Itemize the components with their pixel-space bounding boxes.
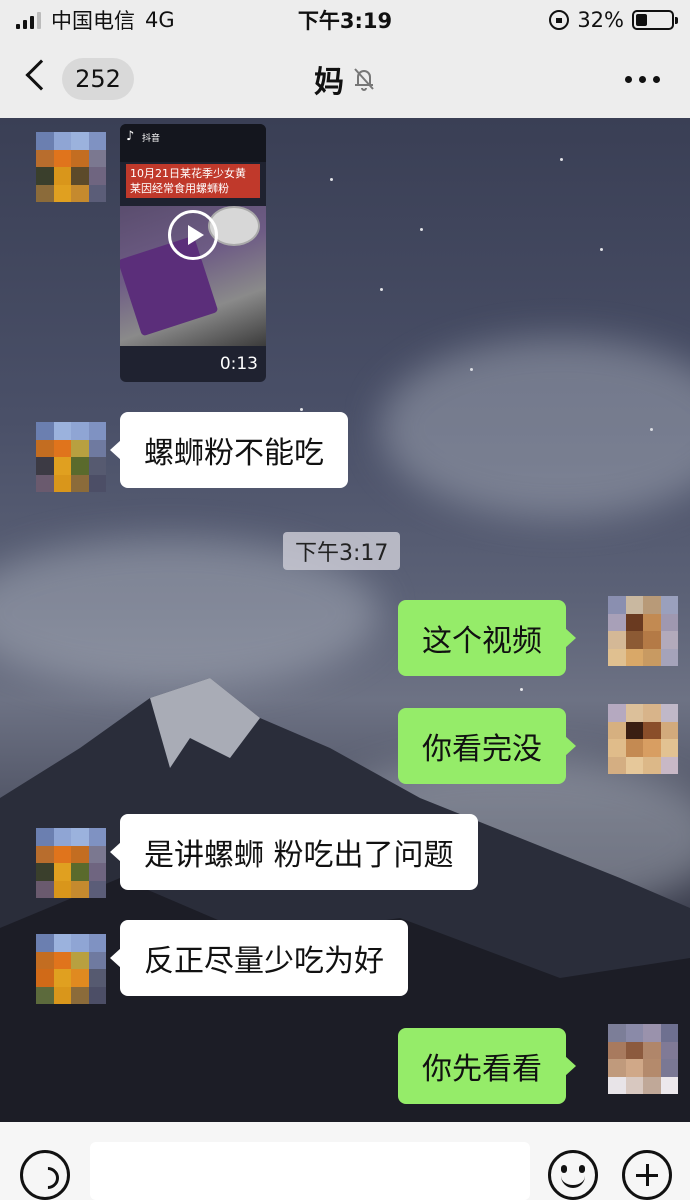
message-bubble[interactable]: 这个视频 (398, 600, 576, 676)
self-avatar[interactable] (608, 1024, 678, 1094)
contact-avatar[interactable] (36, 422, 106, 492)
message-bubble[interactable]: 你先看看 (398, 1028, 576, 1104)
star-decor (420, 228, 423, 231)
video-duration: 0:13 (219, 354, 258, 374)
self-avatar[interactable] (608, 704, 678, 774)
mute-icon (352, 66, 376, 92)
video-app-label: 抖音 (142, 134, 161, 144)
video-message[interactable]: ♪ 抖音 10月21日某花季少女黄某因经常食用螺蛳粉 0:13 (120, 124, 266, 382)
contact-avatar[interactable] (36, 828, 106, 898)
star-decor (560, 158, 563, 161)
status-right: 32% (549, 8, 678, 32)
carrier-label: 中国电信 (51, 9, 135, 33)
lock-icon (549, 10, 570, 30)
status-left: 中国电信 4G (16, 5, 175, 35)
nav-bar: 252 妈 (0, 40, 690, 118)
mountain-decor (0, 678, 690, 1122)
battery-icon (632, 10, 678, 30)
input-bar (0, 1122, 690, 1200)
contact-avatar[interactable] (36, 132, 106, 202)
unread-badge[interactable]: 252 (62, 58, 134, 100)
back-icon[interactable] (25, 59, 57, 91)
signal-icon (16, 11, 41, 29)
star-decor (380, 288, 383, 291)
tiktok-icon: ♪ (126, 129, 135, 144)
video-header: ♪ 抖音 (120, 124, 266, 162)
network-label: 4G (145, 8, 175, 32)
battery-percent: 32% (577, 8, 624, 32)
status-bar: 中国电信 4G 下午3:19 32% (0, 0, 690, 40)
contact-avatar[interactable] (36, 934, 106, 1004)
message-bubble[interactable]: 你看完没 (398, 708, 576, 784)
battery-fill (636, 14, 647, 26)
emoji-icon[interactable] (548, 1150, 598, 1200)
message-input[interactable] (90, 1142, 530, 1200)
more-icon[interactable] (625, 76, 660, 83)
star-decor (300, 408, 303, 411)
cloud-decor (380, 338, 690, 518)
plus-icon[interactable] (622, 1150, 672, 1200)
message-bubble[interactable]: 反正尽量少吃为好 (110, 920, 408, 996)
time-divider: 下午3:17 (283, 532, 401, 570)
message-bubble[interactable]: 螺蛳粉不能吃 (110, 412, 348, 488)
message-bubble[interactable]: 是讲螺蛳 粉吃出了问题 (110, 814, 478, 890)
video-caption: 10月21日某花季少女黄某因经常食用螺蛳粉 (126, 164, 260, 198)
play-icon[interactable] (168, 210, 218, 260)
star-decor (600, 248, 603, 251)
voice-icon[interactable] (20, 1150, 70, 1200)
chat-area[interactable]: ♪ 抖音 10月21日某花季少女黄某因经常食用螺蛳粉 0:13 螺蛳粉不能吃 下… (0, 118, 690, 1122)
self-avatar[interactable] (608, 596, 678, 666)
chat-title: 妈 (314, 65, 344, 100)
star-decor (330, 178, 333, 181)
